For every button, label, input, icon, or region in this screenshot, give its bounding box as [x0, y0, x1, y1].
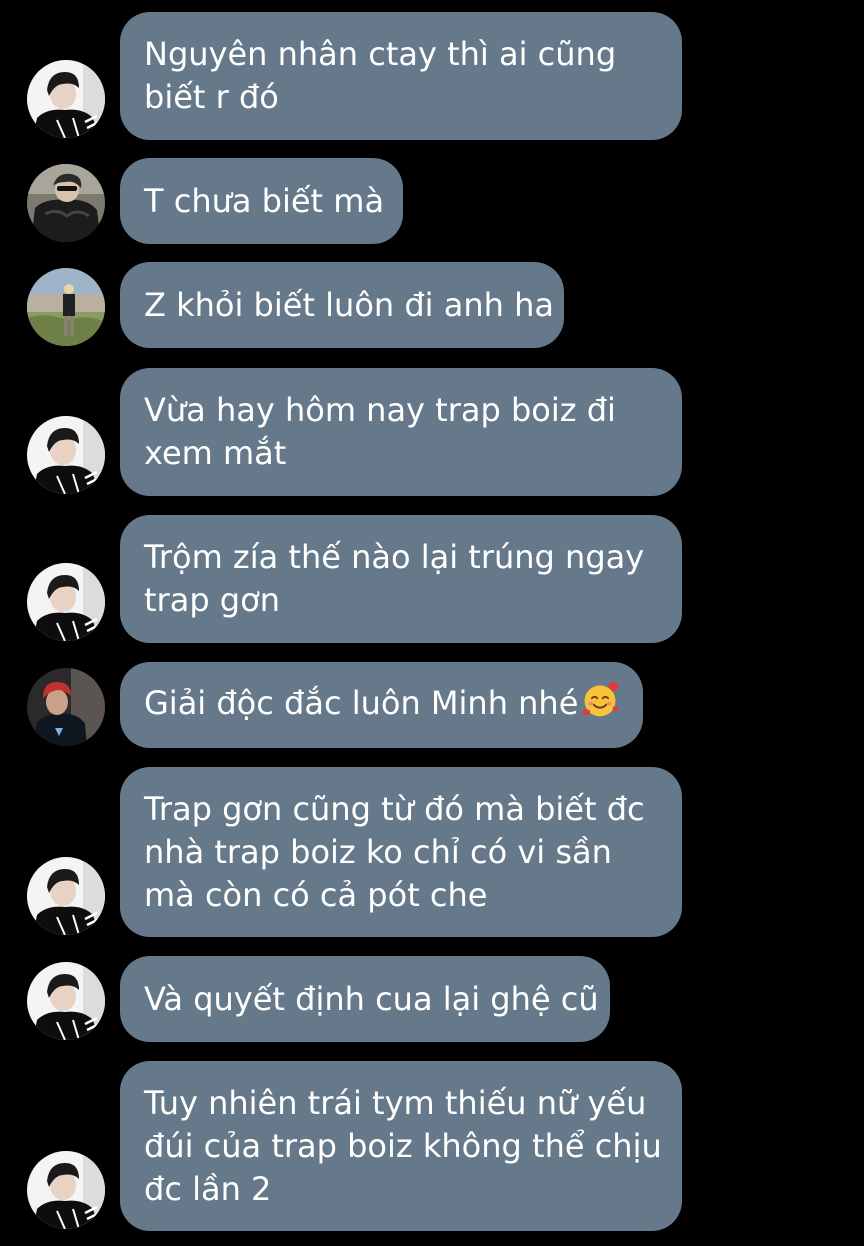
message-bubble[interactable]: Trap gơn cũng từ đó mà biết đc nhà trap … — [120, 767, 682, 937]
avatar-outdoor-person-icon[interactable] — [27, 268, 105, 346]
avatar-boy-profile-icon[interactable] — [27, 416, 105, 494]
avatar-boy-profile-icon[interactable] — [27, 857, 105, 935]
message-line: đc lần 2 — [144, 1169, 272, 1208]
message-bubble[interactable]: Vừa hay hôm nay trap boiz đi xem mắt — [120, 368, 682, 496]
message-line: Và quyết định cua lại ghệ cũ — [144, 979, 599, 1018]
message-line: biết r đó — [144, 78, 279, 116]
message-text: Giải độc đắc luôn Minh nhé — [144, 683, 579, 722]
message-line: Giải độc đắc luôn Minh nhé — [144, 680, 619, 731]
message-bubble[interactable]: Z khỏi biết luôn đi anh ha — [120, 262, 564, 348]
message-line: Tuy nhiên trái tym thiếu nữ yếu — [144, 1083, 647, 1122]
message-line: Nguyên nhân ctay thì ai cũng — [144, 35, 617, 73]
avatar-boy-profile-icon[interactable] — [27, 1151, 105, 1229]
message-line: đúi của trap boiz không thể chịu — [144, 1126, 662, 1165]
message-line: T chưa biết mà — [144, 181, 385, 220]
avatar-boy-profile-icon[interactable] — [27, 962, 105, 1040]
message-line: nhà trap boiz ko chỉ có vi sần — [144, 832, 612, 871]
message-bubble[interactable]: Và quyết định cua lại ghệ cũ — [120, 956, 610, 1042]
message-line: Trộm zía thế nào lại trúng ngay — [144, 538, 645, 576]
message-line: xem mắt — [144, 434, 287, 472]
message-bubble[interactable]: Tuy nhiên trái tym thiếu nữ yếu đúi của … — [120, 1061, 682, 1231]
smiling-face-with-hearts-icon — [580, 680, 620, 731]
avatar-red-hair-icon[interactable] — [27, 668, 105, 746]
message-line: trap gơn — [144, 581, 280, 619]
message-bubble[interactable]: Giải độc đắc luôn Minh nhé — [120, 662, 643, 748]
message-bubble[interactable]: T chưa biết mà — [120, 158, 403, 244]
avatar-jacket-person-icon[interactable] — [27, 164, 105, 242]
message-line: Z khỏi biết luôn đi anh ha — [144, 285, 554, 324]
message-line: Trap gơn cũng từ đó mà biết đc — [144, 789, 645, 828]
chat-thread: Nguyên nhân ctay thì ai cũng biết r đó T… — [0, 0, 864, 1246]
avatar-boy-profile-icon[interactable] — [27, 60, 105, 138]
message-line: mà còn có cả pót che — [144, 875, 488, 914]
message-bubble[interactable]: Nguyên nhân ctay thì ai cũng biết r đó — [120, 12, 682, 140]
message-line: Vừa hay hôm nay trap boiz đi — [144, 391, 616, 429]
avatar-boy-profile-icon[interactable] — [27, 563, 105, 641]
message-bubble[interactable]: Trộm zía thế nào lại trúng ngay trap gơn — [120, 515, 682, 643]
